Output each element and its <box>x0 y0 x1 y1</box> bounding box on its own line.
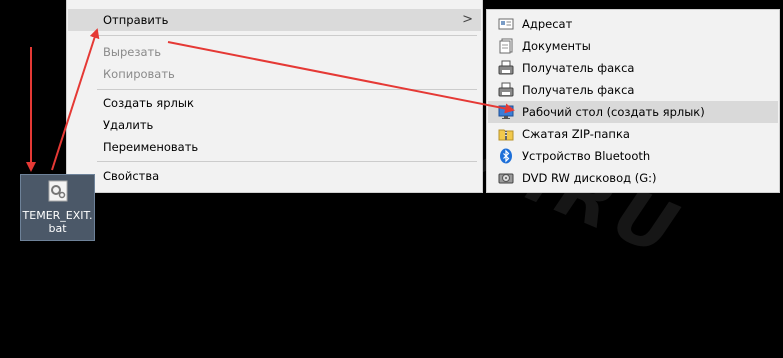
menu-item-properties[interactable]: Свойства <box>68 165 481 187</box>
menu-item-delete[interactable]: Удалить <box>68 114 481 136</box>
documents-icon <box>499 38 513 54</box>
submenu-item-documents[interactable]: Документы <box>488 35 778 57</box>
menu-separator <box>97 161 477 162</box>
menu-item-label: Удалить <box>103 118 154 132</box>
submenu-item-dvd-drive[interactable]: DVD RW дисковод (G:) <box>488 167 778 189</box>
submenu-item-fax-recipient[interactable]: Получатель факса <box>488 79 778 101</box>
chevron-right-icon: > <box>462 12 473 27</box>
submenu-item-zip-folder[interactable]: Сжатая ZIP-папка <box>488 123 778 145</box>
context-menu: Отправить > Вырезать Копировать Создать … <box>66 0 483 193</box>
menu-item-copy[interactable]: Копировать <box>68 63 481 85</box>
contact-icon <box>498 18 514 30</box>
submenu-item-label: Документы <box>522 39 591 53</box>
submenu-item-bluetooth[interactable]: Устройство Bluetooth <box>488 145 778 167</box>
dvd-drive-icon <box>498 173 514 184</box>
submenu-item-recipient[interactable]: Адресат <box>488 13 778 35</box>
batch-file-gear-icon <box>48 180 68 202</box>
file-name: TEMER_EXIT. bat <box>21 209 94 235</box>
zip-folder-icon <box>498 129 514 141</box>
file-name-line2: bat <box>48 222 67 235</box>
menu-item-rename[interactable]: Переименовать <box>68 136 481 158</box>
submenu-item-label: Рабочий стол (создать ярлык) <box>522 105 705 119</box>
menu-item-label: Вырезать <box>103 45 161 59</box>
menu-item-create-shortcut[interactable]: Создать ярлык <box>68 92 481 114</box>
fax-icon <box>498 60 514 75</box>
submenu-item-label: Получатель факса <box>522 83 635 97</box>
bluetooth-icon <box>500 148 512 164</box>
menu-item-label: Копировать <box>103 67 175 81</box>
submenu-item-desktop-shortcut[interactable]: Рабочий стол (создать ярлык) <box>488 101 778 123</box>
submenu-item-label: Получатель факса <box>522 61 635 75</box>
menu-item-label: Создать ярлык <box>103 96 194 110</box>
menu-item-label: Переименовать <box>103 140 199 154</box>
menu-item-send-to[interactable]: Отправить > <box>68 9 481 31</box>
submenu-item-label: DVD RW дисковод (G:) <box>522 171 657 185</box>
send-to-submenu: Адресат Документы Получатель факса Получ… <box>486 9 780 193</box>
menu-item-label: Отправить <box>103 13 169 27</box>
menu-item-cut[interactable]: Вырезать <box>68 41 481 63</box>
desktop-file-item[interactable]: TEMER_EXIT. bat <box>20 174 95 241</box>
submenu-item-fax-recipient[interactable]: Получатель факса <box>488 57 778 79</box>
submenu-item-label: Сжатая ZIP-папка <box>522 127 630 141</box>
desktop-icon <box>498 105 514 119</box>
menu-separator <box>97 89 477 90</box>
menu-item-label: Свойства <box>103 169 160 183</box>
submenu-item-label: Адресат <box>522 17 573 31</box>
submenu-item-label: Устройство Bluetooth <box>522 149 651 163</box>
file-name-line1: TEMER_EXIT. <box>22 209 93 222</box>
menu-separator <box>97 35 477 36</box>
fax-icon <box>498 82 514 97</box>
